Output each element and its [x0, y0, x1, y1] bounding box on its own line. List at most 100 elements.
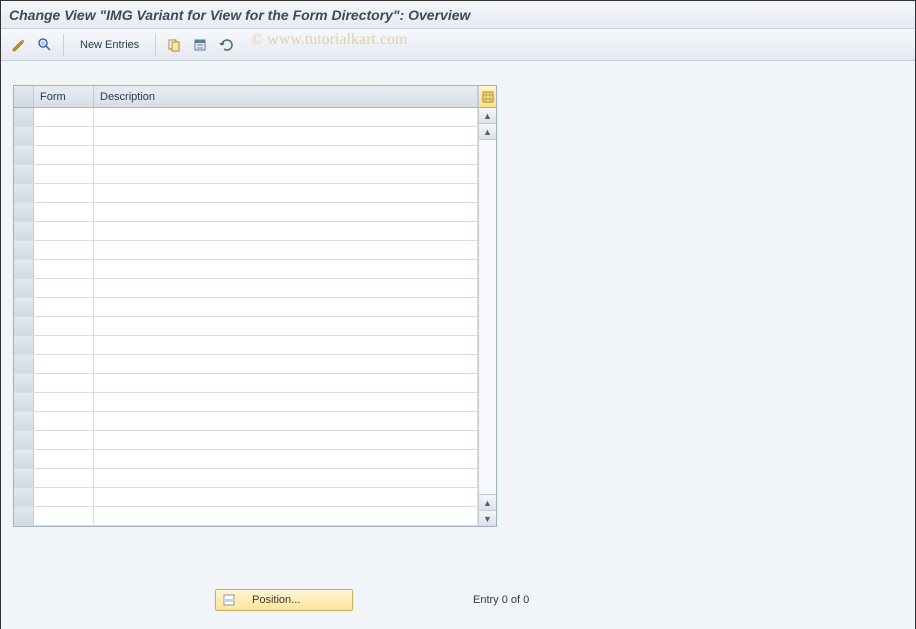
scroll-step-down-icon[interactable]: ▲ — [479, 494, 496, 510]
new-entries-button[interactable]: New Entries — [72, 34, 147, 56]
table-row — [14, 165, 478, 184]
row-selector[interactable] — [14, 127, 34, 145]
cell-description[interactable] — [94, 127, 478, 145]
row-selector[interactable] — [14, 393, 34, 411]
cell-description[interactable] — [94, 260, 478, 278]
cell-form[interactable] — [34, 241, 94, 259]
footer-bar: Position... Entry 0 of 0 — [1, 589, 915, 611]
cell-form[interactable] — [34, 336, 94, 354]
cell-description[interactable] — [94, 279, 478, 297]
cell-form[interactable] — [34, 412, 94, 430]
toolbar: New Entries — [1, 29, 915, 61]
row-selector[interactable] — [14, 336, 34, 354]
cell-form[interactable] — [34, 355, 94, 373]
row-selector[interactable] — [14, 165, 34, 183]
undo-change-icon[interactable] — [216, 35, 236, 55]
cell-description[interactable] — [94, 355, 478, 373]
title-bar: Change View "IMG Variant for View for th… — [1, 1, 915, 29]
cell-description[interactable] — [94, 431, 478, 449]
row-selector[interactable] — [14, 260, 34, 278]
copy-as-icon[interactable] — [164, 35, 184, 55]
cell-form[interactable] — [34, 488, 94, 506]
cell-description[interactable] — [94, 317, 478, 335]
row-selector[interactable] — [14, 412, 34, 430]
table-row — [14, 127, 478, 146]
cell-description[interactable] — [94, 222, 478, 240]
table-row — [14, 260, 478, 279]
row-selector[interactable] — [14, 469, 34, 487]
row-selector[interactable] — [14, 203, 34, 221]
scroll-step-up-icon[interactable]: ▲ — [479, 124, 496, 140]
cell-description[interactable] — [94, 374, 478, 392]
scroll-down-icon[interactable]: ▼ — [479, 510, 496, 526]
cell-form[interactable] — [34, 431, 94, 449]
cell-form[interactable] — [34, 108, 94, 126]
cell-description[interactable] — [94, 203, 478, 221]
column-header-description[interactable]: Description — [94, 86, 478, 107]
cell-form[interactable] — [34, 260, 94, 278]
cell-form[interactable] — [34, 203, 94, 221]
cell-description[interactable] — [94, 488, 478, 506]
cell-description[interactable] — [94, 393, 478, 411]
cell-form[interactable] — [34, 298, 94, 316]
table-row — [14, 431, 478, 450]
cell-description[interactable] — [94, 507, 478, 525]
cell-form[interactable] — [34, 146, 94, 164]
row-selector[interactable] — [14, 374, 34, 392]
delete-icon[interactable] — [190, 35, 210, 55]
cell-description[interactable] — [94, 184, 478, 202]
table-row — [14, 146, 478, 165]
cell-description[interactable] — [94, 165, 478, 183]
column-header-form[interactable]: Form — [34, 86, 94, 107]
cell-description[interactable] — [94, 469, 478, 487]
row-selector[interactable] — [14, 507, 34, 525]
row-selector[interactable] — [14, 279, 34, 297]
cell-form[interactable] — [34, 507, 94, 525]
table-row — [14, 355, 478, 374]
cell-form[interactable] — [34, 222, 94, 240]
table-settings-icon[interactable] — [479, 86, 496, 108]
content-area: Form Description ▲ ▲ ▲ ▼ P — [1, 61, 915, 629]
cell-form[interactable] — [34, 165, 94, 183]
table-row — [14, 450, 478, 469]
row-selector[interactable] — [14, 241, 34, 259]
cell-form[interactable] — [34, 469, 94, 487]
cell-form[interactable] — [34, 279, 94, 297]
select-all-header[interactable] — [14, 86, 34, 107]
find-icon[interactable] — [35, 35, 55, 55]
cell-form[interactable] — [34, 127, 94, 145]
cell-description[interactable] — [94, 450, 478, 468]
cell-description[interactable] — [94, 108, 478, 126]
row-selector[interactable] — [14, 488, 34, 506]
row-selector[interactable] — [14, 222, 34, 240]
row-selector[interactable] — [14, 355, 34, 373]
row-selector[interactable] — [14, 431, 34, 449]
cell-description[interactable] — [94, 146, 478, 164]
row-selector[interactable] — [14, 298, 34, 316]
cell-form[interactable] — [34, 317, 94, 335]
cell-form[interactable] — [34, 374, 94, 392]
toggle-display-change-icon[interactable] — [9, 35, 29, 55]
table-row — [14, 279, 478, 298]
grid-header: Form Description — [14, 86, 478, 108]
row-selector[interactable] — [14, 146, 34, 164]
position-button[interactable]: Position... — [215, 589, 353, 611]
page-title: Change View "IMG Variant for View for th… — [9, 7, 470, 23]
row-selector[interactable] — [14, 108, 34, 126]
cell-form[interactable] — [34, 393, 94, 411]
cell-form[interactable] — [34, 450, 94, 468]
row-selector[interactable] — [14, 450, 34, 468]
app-window: Change View "IMG Variant for View for th… — [0, 0, 916, 629]
cell-description[interactable] — [94, 412, 478, 430]
table-row — [14, 393, 478, 412]
cell-description[interactable] — [94, 298, 478, 316]
cell-form[interactable] — [34, 184, 94, 202]
table-row — [14, 488, 478, 507]
row-selector[interactable] — [14, 317, 34, 335]
cell-description[interactable] — [94, 241, 478, 259]
row-selector[interactable] — [14, 184, 34, 202]
scroll-track[interactable] — [479, 140, 496, 494]
cell-description[interactable] — [94, 336, 478, 354]
table-row — [14, 317, 478, 336]
scroll-up-icon[interactable]: ▲ — [479, 108, 496, 124]
